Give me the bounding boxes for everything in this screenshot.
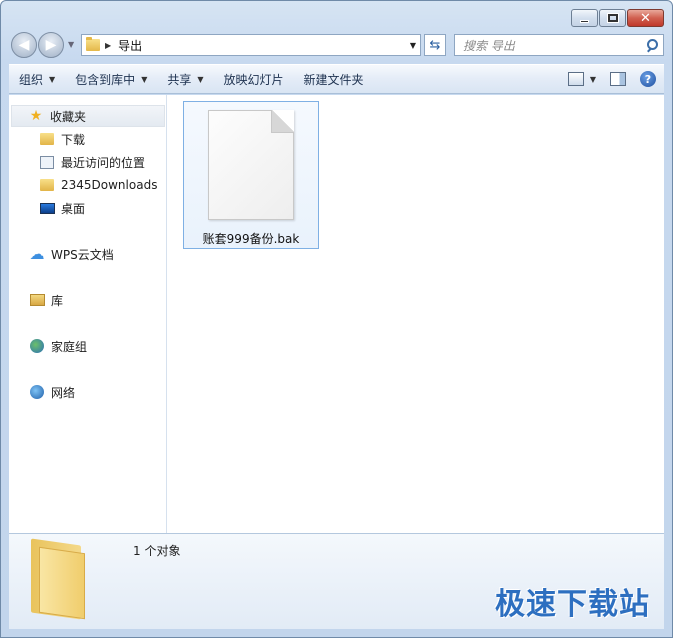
search-icon[interactable] — [646, 39, 658, 51]
chevron-down-icon: ▼ — [49, 74, 56, 84]
folder-icon — [39, 177, 55, 193]
sidebar-item-label: 库 — [51, 293, 64, 308]
back-button[interactable]: ◀ — [11, 32, 37, 58]
folder-icon — [86, 37, 100, 51]
forward-button[interactable]: ▶ — [38, 32, 64, 58]
sidebar-item-label: 最近访问的位置 — [61, 155, 146, 170]
sidebar-item-label: 网络 — [51, 385, 76, 400]
sidebar-item-label: 收藏夹 — [50, 109, 87, 124]
minimize-icon — [580, 19, 589, 23]
sidebar-item-downloads[interactable]: 下载 — [39, 128, 85, 150]
include-in-library-label: 包含到库中 — [75, 72, 136, 87]
share-menu[interactable]: 共享 ▼ — [157, 65, 213, 93]
desktop-icon — [39, 200, 55, 216]
minimize-button[interactable] — [571, 9, 598, 27]
preview-pane-icon[interactable] — [610, 72, 626, 86]
sidebar-item-network[interactable]: 网络 — [29, 381, 75, 403]
search-input[interactable]: 搜索 导出 — [463, 37, 515, 54]
organize-menu[interactable]: 组织 ▼ — [9, 65, 65, 93]
command-bar: 组织 ▼ 包含到库中 ▼ 共享 ▼ 放映幻灯片 新建文件夹 ▼ ? — [9, 64, 664, 94]
recent-places-icon — [39, 154, 55, 170]
refresh-icon: ⇆ — [429, 37, 441, 53]
details-pane: 1 个对象 极速下载站 — [9, 533, 664, 629]
file-list: 账套999备份.bak — [168, 95, 664, 533]
refresh-button[interactable]: ⇆ — [424, 34, 446, 56]
navigation-pane: ★ 收藏夹 下载 最近访问的位置 2345Downloads 桌面 ☁ WPS云… — [9, 95, 167, 533]
homegroup-icon — [29, 338, 45, 354]
sidebar-item-label: 家庭组 — [51, 339, 88, 354]
caption-buttons: ✕ — [570, 9, 664, 27]
sidebar-item-label: WPS云文档 — [51, 247, 114, 262]
sidebar-item-libraries[interactable]: 库 — [29, 289, 63, 311]
sidebar-item-recent-places[interactable]: 最近访问的位置 — [39, 151, 145, 173]
sidebar-item-favorites[interactable]: ★ 收藏夹 — [11, 105, 165, 127]
item-count: 1 个对象 — [133, 544, 181, 558]
share-label: 共享 — [167, 72, 192, 87]
recent-pages-dropdown[interactable]: ▼ — [68, 40, 74, 49]
slideshow-label: 放映幻灯片 — [223, 72, 284, 87]
organize-label: 组织 — [19, 72, 44, 87]
view-options-dropdown-icon[interactable]: ▼ — [590, 75, 596, 84]
download-folder-icon — [39, 131, 55, 147]
star-icon: ★ — [29, 108, 43, 124]
cloud-icon: ☁ — [29, 244, 45, 263]
sidebar-item-label: 2345Downloads — [61, 178, 158, 192]
slideshow-button[interactable]: 放映幻灯片 — [214, 65, 294, 93]
maximize-icon — [606, 13, 619, 23]
forward-arrow-icon: ▶ — [45, 37, 57, 53]
close-button[interactable]: ✕ — [627, 9, 664, 27]
sidebar-item-label: 下载 — [61, 132, 86, 147]
chevron-down-icon: ▼ — [141, 74, 148, 84]
close-icon: ✕ — [640, 10, 651, 26]
sidebar-item-wps-cloud[interactable]: ☁ WPS云文档 — [29, 243, 114, 265]
view-controls: ▼ ? — [554, 71, 664, 87]
sidebar-item-2345downloads[interactable]: 2345Downloads — [39, 174, 157, 196]
new-folder-label: 新建文件夹 — [303, 72, 364, 87]
address-bar[interactable]: ▶ 导出 ▼ — [81, 34, 421, 56]
help-icon[interactable]: ? — [640, 71, 656, 87]
sidebar-item-homegroup[interactable]: 家庭组 — [29, 335, 87, 357]
file-name: 账套999备份.bak — [202, 232, 300, 246]
back-arrow-icon: ◀ — [18, 37, 30, 53]
include-in-library-menu[interactable]: 包含到库中 ▼ — [65, 65, 157, 93]
file-item[interactable]: 账套999备份.bak — [183, 101, 319, 249]
explorer-window: ✕ ◀ ▶ ▼ ▶ 导出 ▼ ⇆ 搜索 导出 组织 ▼ 包含到库中 ▼ 共享 ▼ 放映… — [0, 0, 673, 638]
search-box[interactable]: 搜索 导出 — [454, 34, 664, 56]
library-icon — [29, 292, 45, 308]
sidebar-item-label: 桌面 — [61, 201, 86, 216]
navigation-bar: ◀ ▶ ▼ ▶ 导出 ▼ ⇆ 搜索 导出 — [11, 32, 664, 58]
sidebar-item-desktop[interactable]: 桌面 — [39, 197, 85, 219]
change-view-icon[interactable] — [567, 72, 584, 86]
blank-file-icon — [208, 110, 294, 220]
explorer-body: ★ 收藏夹 下载 最近访问的位置 2345Downloads 桌面 ☁ WPS云… — [9, 95, 664, 533]
breadcrumb-chevron-icon[interactable]: ▶ — [105, 41, 111, 50]
folder-icon — [31, 538, 91, 620]
maximize-button[interactable] — [599, 9, 626, 27]
watermark-logo: 极速下载站 — [495, 587, 650, 622]
address-dropdown-icon[interactable]: ▼ — [410, 41, 416, 50]
network-icon — [29, 384, 45, 400]
new-folder-button[interactable]: 新建文件夹 — [294, 65, 374, 93]
chevron-down-icon: ▼ — [197, 74, 204, 84]
breadcrumb-current[interactable]: 导出 — [118, 37, 142, 54]
